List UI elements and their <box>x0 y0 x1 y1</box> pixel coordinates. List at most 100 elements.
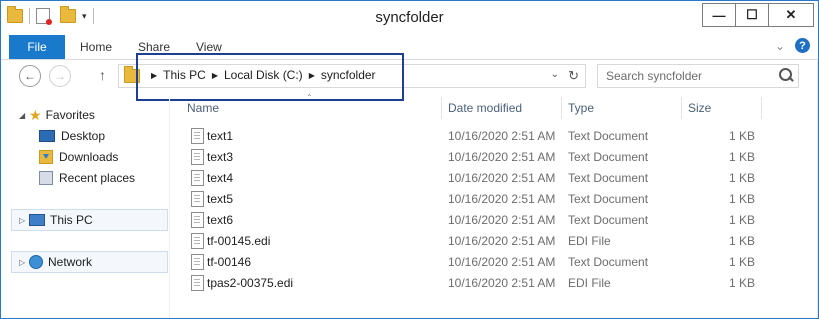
file-type: Text Document <box>568 150 649 164</box>
tab-home[interactable]: Home <box>80 35 112 59</box>
maximize-button[interactable]: ☐ <box>735 3 769 27</box>
file-type: Text Document <box>568 192 649 206</box>
navigation-pane: ◢ ★ Favorites Desktop Downloads Recent p… <box>11 97 168 312</box>
refresh-icon[interactable]: ↻ <box>568 68 579 84</box>
nav-this-pc[interactable]: ▷ This PC <box>19 210 93 230</box>
ribbon-controls: ⌄ ? <box>775 38 810 53</box>
file-date: 10/16/2020 2:51 AM <box>448 213 556 227</box>
file-row[interactable]: text1 10/16/2020 2:51 AM Text Document 1… <box>175 126 775 147</box>
file-name: text4 <box>207 171 234 185</box>
search-input[interactable]: Search syncfolder <box>606 69 702 83</box>
window-edge <box>817 61 818 318</box>
minimize-button[interactable]: — <box>702 3 736 27</box>
file-type: Text Document <box>568 171 649 185</box>
column-separator[interactable] <box>681 97 682 119</box>
expand-icon[interactable]: ▷ <box>19 216 29 225</box>
search-icon[interactable] <box>779 68 792 81</box>
desktop-icon <box>39 130 55 142</box>
address-history-dropdown-icon[interactable]: ⌄ <box>551 69 559 80</box>
file-size: 1 KB <box>728 171 755 185</box>
address-highlight-annotation <box>136 53 404 101</box>
file-type: Text Document <box>568 255 649 269</box>
file-row[interactable]: text5 10/16/2020 2:51 AM Text Document 1… <box>175 189 775 210</box>
file-type: EDI File <box>568 234 611 248</box>
file-row[interactable]: tpas2-00375.edi 10/16/2020 2:51 AM EDI F… <box>175 273 775 294</box>
column-header-date[interactable]: Date modified <box>448 97 522 119</box>
document-icon <box>191 128 204 144</box>
nav-item-downloads[interactable]: Downloads <box>39 147 118 167</box>
computer-icon <box>29 214 45 226</box>
file-size: 1 KB <box>728 276 755 290</box>
nav-favorites-label: Favorites <box>45 108 95 122</box>
network-icon <box>29 255 43 269</box>
nav-network-label: Network <box>48 255 93 269</box>
expand-ribbon-icon[interactable]: ⌄ <box>775 39 785 53</box>
nav-item-label: Recent places <box>59 171 136 185</box>
file-size: 1 KB <box>728 234 755 248</box>
file-name: text1 <box>207 129 234 143</box>
file-row[interactable]: tf-00146 10/16/2020 2:51 AM Text Documen… <box>175 252 775 273</box>
file-name: tf-00145.edi <box>207 234 271 248</box>
window-title: syncfolder <box>375 9 444 26</box>
column-header-size[interactable]: Size <box>688 97 711 119</box>
pane-divider[interactable] <box>169 97 170 318</box>
column-separator[interactable] <box>761 97 762 119</box>
collapse-icon[interactable]: ◢ <box>19 111 29 120</box>
file-size: 1 KB <box>728 213 755 227</box>
document-icon <box>191 233 204 249</box>
file-size: 1 KB <box>728 129 755 143</box>
file-type: EDI File <box>568 276 611 290</box>
file-date: 10/16/2020 2:51 AM <box>448 192 556 206</box>
file-type: Text Document <box>568 129 649 143</box>
column-separator[interactable] <box>441 97 442 119</box>
nav-item-label: Desktop <box>61 129 106 143</box>
document-icon <box>191 254 204 270</box>
title-bar: ▾ syncfolder — ☐ ✕ <box>1 1 818 35</box>
file-name: text5 <box>207 192 234 206</box>
close-button[interactable]: ✕ <box>768 3 814 27</box>
navigation-bar: ← → ↑ ▶ This PC ▶ Local Disk (C:) ▶ sync… <box>1 61 818 91</box>
up-button[interactable]: ↑ <box>99 67 106 83</box>
explorer-window: ▾ syncfolder — ☐ ✕ File Home Share View … <box>0 0 819 319</box>
file-row[interactable]: text6 10/16/2020 2:51 AM Text Document 1… <box>175 210 775 231</box>
file-row[interactable]: tf-00145.edi 10/16/2020 2:51 AM EDI File… <box>175 231 775 252</box>
file-date: 10/16/2020 2:51 AM <box>448 171 556 185</box>
nav-item-label: Downloads <box>59 150 119 164</box>
file-size: 1 KB <box>728 150 755 164</box>
expand-icon[interactable]: ▷ <box>19 258 29 267</box>
file-date: 10/16/2020 2:51 AM <box>448 150 556 164</box>
column-separator[interactable] <box>561 97 562 119</box>
nav-network[interactable]: ▷ Network <box>19 252 92 272</box>
file-name: text6 <box>207 213 234 227</box>
document-icon <box>191 149 204 165</box>
document-icon <box>191 275 204 291</box>
nav-favorites[interactable]: ◢ ★ Favorites <box>19 105 95 125</box>
search-box[interactable]: Search syncfolder <box>597 64 799 88</box>
nav-this-pc-label: This PC <box>50 213 93 227</box>
nav-item-desktop[interactable]: Desktop <box>39 126 105 146</box>
file-size: 1 KB <box>728 192 755 206</box>
file-type: Text Document <box>568 213 649 227</box>
recent-places-icon <box>39 171 53 185</box>
star-icon: ★ <box>29 106 42 123</box>
ribbon-tabs: File Home Share View ⌄ ? <box>1 35 818 60</box>
file-name: text3 <box>207 150 234 164</box>
column-header-type[interactable]: Type <box>568 97 594 119</box>
file-row[interactable]: text3 10/16/2020 2:51 AM Text Document 1… <box>175 147 775 168</box>
caption-buttons: — ☐ ✕ <box>702 3 814 27</box>
forward-button[interactable]: → <box>49 65 71 87</box>
downloads-icon <box>39 150 53 164</box>
document-icon <box>191 212 204 228</box>
file-size: 1 KB <box>728 255 755 269</box>
column-header-name[interactable]: Name <box>187 97 219 119</box>
file-row[interactable]: text4 10/16/2020 2:51 AM Text Document 1… <box>175 168 775 189</box>
document-icon <box>191 170 204 186</box>
back-button[interactable]: ← <box>19 65 41 87</box>
nav-item-recent-places[interactable]: Recent places <box>39 168 135 188</box>
file-date: 10/16/2020 2:51 AM <box>448 276 556 290</box>
sort-indicator-icon: ⌃ <box>306 93 313 102</box>
tab-file[interactable]: File <box>9 35 65 59</box>
help-icon[interactable]: ? <box>795 38 810 53</box>
file-name: tf-00146 <box>207 255 252 269</box>
file-name: tpas2-00375.edi <box>207 276 294 290</box>
